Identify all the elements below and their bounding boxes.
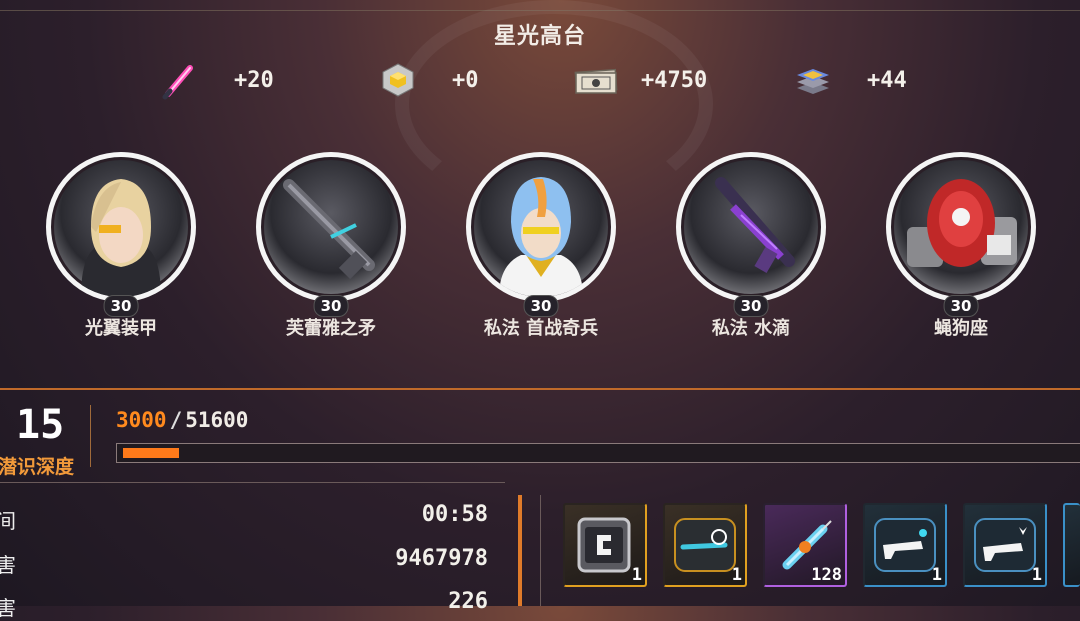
character-name: 私法 首战奇兵 xyxy=(483,318,599,339)
blonde-girl-portrait xyxy=(81,179,161,297)
character-card[interactable]: 30 光翼装甲 xyxy=(41,152,201,340)
reward-chips: +44 xyxy=(793,60,907,100)
pink-lightstick-icon xyxy=(160,60,200,100)
character-card[interactable]: 30 私法 首战奇兵 xyxy=(461,152,621,340)
level-badge: 30 xyxy=(943,295,979,317)
character-portrait xyxy=(466,152,616,302)
item-count: 128 xyxy=(811,565,842,585)
item-count: 1 xyxy=(1031,565,1042,585)
reward-value: +44 xyxy=(867,67,907,93)
progress-bar xyxy=(116,443,1080,463)
rifle-weapon-portrait xyxy=(283,179,375,280)
depth-value: 15 xyxy=(16,402,65,448)
character-card[interactable]: 30 私法 水滴 xyxy=(671,152,831,340)
character-name: 蝇狗座 xyxy=(934,318,988,339)
character-portrait xyxy=(46,152,196,302)
reward-tickets: +4750 xyxy=(573,60,707,100)
purple-rifle-portrait xyxy=(715,177,795,274)
depth-label: 潜识深度 xyxy=(0,456,75,478)
blue-haired-portrait xyxy=(499,177,583,297)
item-slot[interactable]: 1 xyxy=(863,503,947,587)
ticket-stack-icon xyxy=(573,60,619,100)
character-portrait xyxy=(676,152,826,302)
item-slot[interactable]: 1 xyxy=(963,503,1047,587)
blue-chip-stack-icon xyxy=(793,60,833,100)
section-divider xyxy=(0,388,1080,390)
scroll-indicator xyxy=(518,495,522,606)
character-portrait xyxy=(256,152,406,302)
character-card[interactable]: 30 芙蕾雅之矛 xyxy=(251,152,411,340)
reward-value: +4750 xyxy=(641,67,708,93)
reward-cube: +0 xyxy=(378,60,479,100)
level-badge: 30 xyxy=(103,295,139,317)
item-count: 1 xyxy=(731,565,742,585)
items-separator xyxy=(540,495,541,606)
reward-value: +20 xyxy=(234,67,274,93)
item-slot[interactable]: 128 xyxy=(763,503,847,587)
item-count: 1 xyxy=(631,565,642,585)
red-mech-portrait xyxy=(907,179,1017,267)
stat-value-third: 226 xyxy=(448,589,488,614)
stat-label-time: 间 xyxy=(0,509,16,533)
progress-bar-fill xyxy=(123,448,180,458)
progress-separator: / xyxy=(169,408,183,432)
gold-cube-icon xyxy=(378,60,418,100)
level-badge: 30 xyxy=(313,295,349,317)
character-card[interactable]: 30 蝇狗座 xyxy=(881,152,1041,340)
item-slot[interactable]: 1 xyxy=(663,503,747,587)
page-title: 星光高台 xyxy=(493,24,586,49)
stat-label-third: 害 xyxy=(0,596,16,620)
item-slot[interactable]: 1 xyxy=(563,503,647,587)
progress-max: 51600 xyxy=(185,408,249,432)
character-name: 芙蕾雅之矛 xyxy=(286,318,376,339)
progress-current: 3000 xyxy=(116,408,167,432)
character-name: 光翼装甲 xyxy=(85,318,157,339)
stat-value-time: 00:58 xyxy=(421,502,488,527)
stat-label-damage: 害 xyxy=(0,553,16,577)
character-portrait xyxy=(886,152,1036,302)
item-count: 1 xyxy=(931,565,942,585)
reward-value: +0 xyxy=(452,67,479,93)
stat-value-damage: 9467978 xyxy=(395,546,488,571)
reward-lightstick: +20 xyxy=(160,60,274,100)
stats-divider xyxy=(0,482,505,483)
item-slot[interactable] xyxy=(1063,503,1080,587)
level-badge: 30 xyxy=(523,295,559,317)
vertical-separator xyxy=(90,405,91,467)
character-name: 私法 水滴 xyxy=(711,318,791,339)
level-badge: 30 xyxy=(733,295,769,317)
progress-text: 3000/51600 xyxy=(116,408,248,432)
